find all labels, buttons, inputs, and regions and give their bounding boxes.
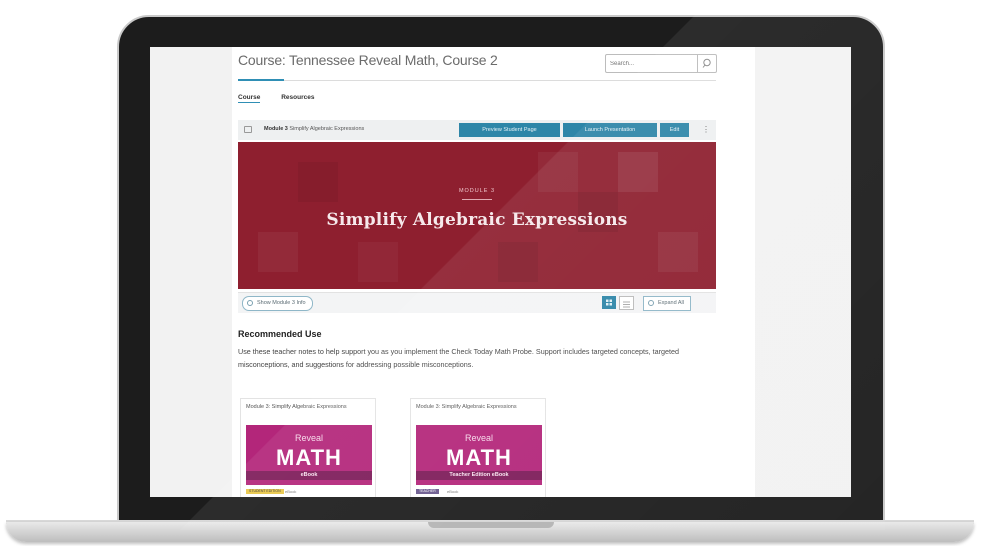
expand-all-label: Expand All: [658, 300, 684, 306]
edit-button[interactable]: Edit: [660, 123, 689, 137]
banner-tile: [618, 152, 658, 192]
more-options-icon[interactable]: ⋮: [702, 123, 710, 137]
module-controls: Show Module 3 Info Expand All: [238, 292, 716, 313]
grid-view-button[interactable]: [602, 296, 616, 309]
search-button[interactable]: [697, 55, 716, 72]
banner-title: Simplify Algebraic Expressions: [326, 210, 628, 230]
cover-reveal: Reveal: [464, 433, 493, 443]
banner-tile: [258, 232, 298, 272]
course-page: Course: Tennessee Reveal Math, Course 2 …: [232, 47, 755, 497]
cover-math: MATH: [446, 445, 512, 470]
title-accent: [238, 79, 284, 81]
grid-icon: [606, 299, 612, 306]
show-module-info-button[interactable]: Show Module 3 Info: [242, 296, 313, 311]
badge-caption: eBook: [285, 489, 297, 494]
status-badge: STUDENT EDITION: [246, 489, 284, 494]
cover-subtitle: Teacher Edition eBook: [449, 472, 509, 478]
page-gutter-left: [150, 47, 232, 497]
expand-all-button[interactable]: Expand All: [643, 296, 691, 311]
resource-card[interactable]: Module 3: Simplify Algebraic Expressions…: [410, 398, 546, 497]
book-cover: Reveal MATH eBook: [246, 425, 372, 485]
banner-tile: [538, 152, 578, 192]
book-cover: Reveal MATH Teacher Edition eBook: [416, 425, 542, 485]
card-title: Module 3: Simplify Algebraic Expressions: [246, 404, 347, 410]
page-gutter-right: [755, 47, 851, 497]
banner-tile: [358, 242, 398, 282]
module-banner: MODULE 3 Simplify Algebraic Expressions: [238, 142, 716, 289]
cover-reveal: Reveal: [294, 433, 323, 443]
module-label: Module 3 Simplify Algebraic Expressions: [264, 126, 364, 132]
title-divider: [238, 80, 716, 81]
banner-divider: [462, 199, 492, 200]
search-input[interactable]: [606, 55, 706, 72]
recommended-heading: Recommended Use: [238, 329, 322, 339]
banner-kicker: MODULE 3: [458, 188, 496, 194]
list-view-button[interactable]: [619, 296, 634, 310]
tab-resources[interactable]: Resources: [281, 94, 314, 101]
recommended-text: Use these teacher notes to help support …: [238, 347, 679, 369]
module-toolbar: Module 3 Simplify Algebraic Expressions …: [238, 120, 716, 140]
banner-tile: [658, 232, 698, 272]
module-label-number: Module 3: [264, 126, 288, 132]
banner-tile: [298, 162, 338, 202]
resource-card[interactable]: Module 3: Simplify Algebraic Expressions…: [240, 398, 376, 497]
cover-subtitle: eBook: [300, 472, 318, 478]
list-icon: [623, 301, 630, 308]
badge-caption: eBook: [447, 489, 459, 494]
course-tabs: Course Resources: [238, 94, 333, 103]
card-title: Module 3: Simplify Algebraic Expressions: [416, 404, 517, 410]
search-icon: [702, 58, 711, 68]
show-module-info-label: Show Module 3 Info: [257, 300, 306, 306]
module-label-title: Simplify Algebraic Expressions: [289, 126, 365, 132]
status-badge: TEACHER: [416, 489, 439, 494]
banner-tile: [498, 242, 538, 282]
expand-icon: [648, 300, 654, 306]
launch-presentation-button[interactable]: Launch Presentation: [563, 123, 657, 137]
preview-student-page-button[interactable]: Preview Student Page: [459, 123, 560, 137]
page-title: Course: Tennessee Reveal Math, Course 2: [238, 52, 498, 68]
tab-course[interactable]: Course: [238, 94, 261, 103]
info-icon: [247, 300, 253, 306]
cover-math: MATH: [276, 445, 342, 470]
search-box[interactable]: [605, 54, 717, 73]
laptop-notch: [428, 522, 554, 528]
laptop-screen: Course: Tennessee Reveal Math, Course 2 …: [150, 47, 851, 497]
module-menu-icon[interactable]: [244, 126, 252, 133]
